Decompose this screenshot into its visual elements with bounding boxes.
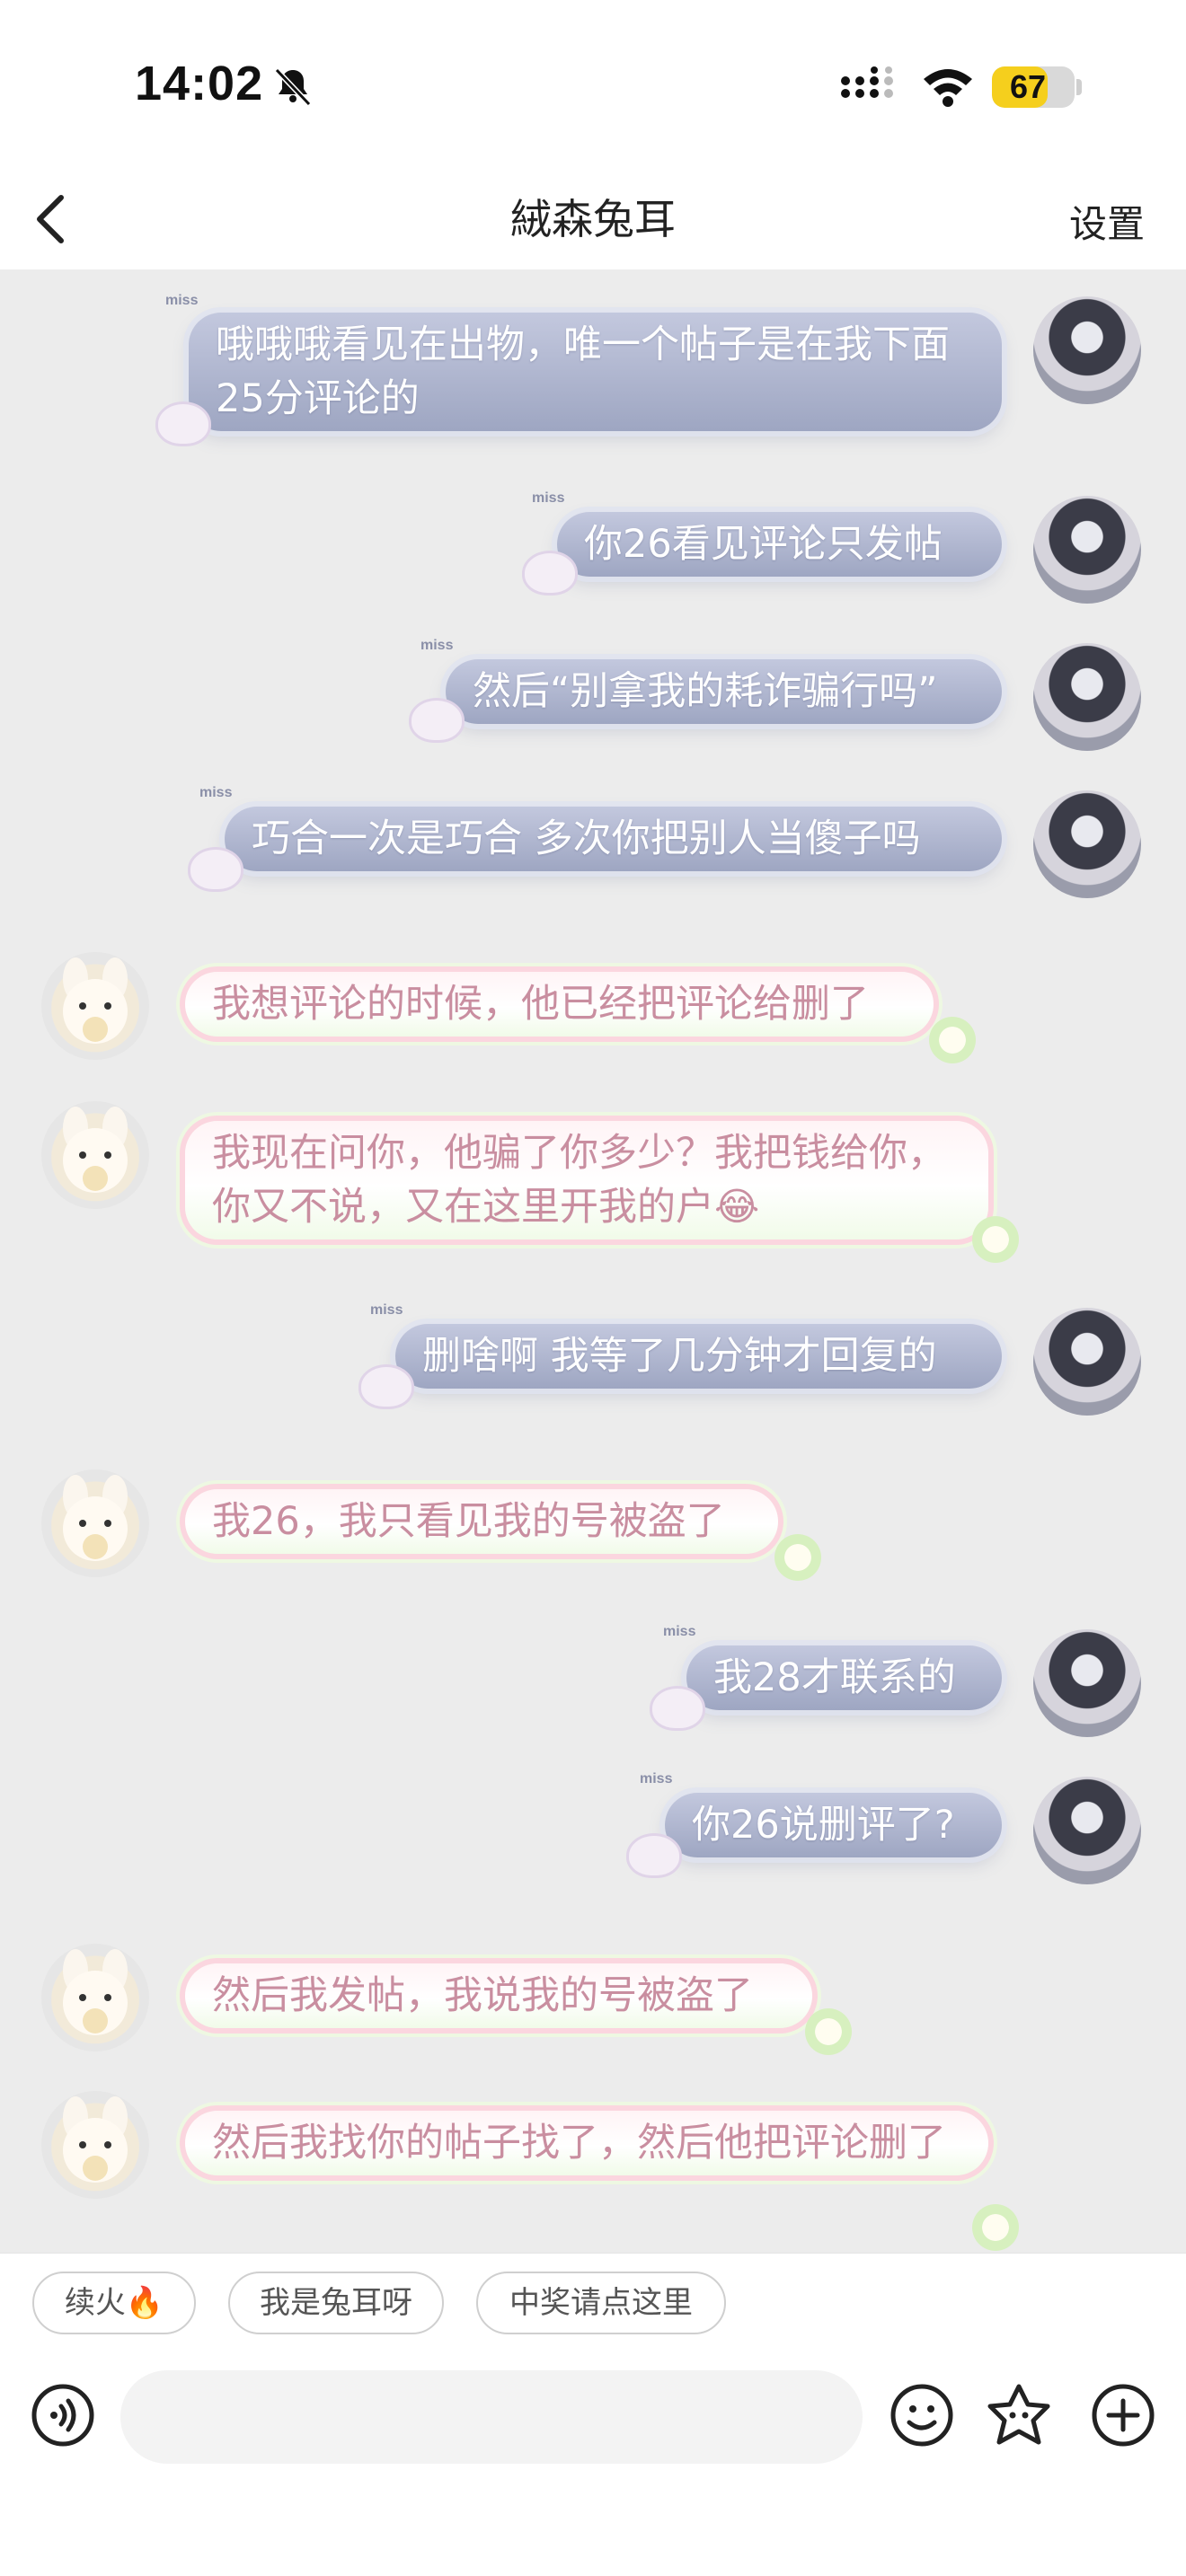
bubble-decoration [629, 1836, 679, 1875]
chat-title: 絨森兔耳 [510, 195, 676, 243]
bunny-avatar-icon [63, 1475, 128, 1561]
message-row: miss 哦哦哦看见在出物，唯一个帖子是在我下面25分评论的 [0, 293, 1186, 444]
message-bubble[interactable]: 我28才联系的 [686, 1645, 1002, 1710]
message-row: 然后我发帖，我说我的号被盗了 [0, 1940, 1186, 2057]
message-bubble[interactable]: 然后“别拿我的耗诈骗行吗” [446, 659, 1002, 724]
self-avatar[interactable] [1033, 296, 1141, 404]
message-bubble[interactable]: 哦哦哦看见在出物，唯一个帖子是在我下面25分评论的 [189, 313, 1002, 431]
quick-reply-chip[interactable]: 我是兔耳呀 [228, 2272, 444, 2334]
chat-header: 絨森兔耳 设置 [0, 171, 1186, 269]
bubble-decoration [412, 701, 462, 740]
contact-avatar[interactable] [41, 952, 149, 1060]
bubble-decoration [929, 1017, 976, 1063]
message-bubble[interactable]: 你26说删评了? [665, 1793, 1002, 1857]
message-bubble[interactable]: 我26，我只看见我的号被盗了 [185, 1489, 778, 1554]
bubble-decoration [158, 404, 208, 444]
contact-avatar[interactable] [41, 1101, 149, 1209]
contact-avatar[interactable] [41, 1469, 149, 1577]
message-row: 我现在问你，他骗了你多少？我把钱给你，你又不说，又在这里开我的户😂 [0, 1098, 1186, 1263]
bubble-tag: miss [532, 490, 565, 506]
message-bubble[interactable]: 然后我发帖，我说我的号被盗了 [185, 1963, 812, 2028]
self-avatar[interactable] [1033, 643, 1141, 751]
self-avatar[interactable] [1033, 496, 1141, 604]
message-row: miss 然后“别拿我的耗诈骗行吗” [0, 638, 1186, 751]
bubble-decoration [805, 2008, 852, 2055]
message-row: 我26，我只看见我的号被盗了 [0, 1466, 1186, 1583]
bubble-decoration [774, 1534, 821, 1581]
message-bubble[interactable]: 然后我找你的帖子找了，然后他把评论删了 [185, 2111, 988, 2175]
message-bubble[interactable]: 我想评论的时候，他已经把评论给删了 [185, 972, 934, 1037]
signal-icon [841, 66, 893, 98]
wifi-icon [924, 69, 972, 107]
sticker-icon[interactable] [983, 2379, 1055, 2451]
bunny-avatar-icon [63, 1107, 128, 1193]
battery-tip [1076, 79, 1082, 95]
chat-list[interactable]: miss 哦哦哦看见在出物，唯一个帖子是在我下面25分评论的 miss 你26看… [0, 269, 1186, 2253]
bubble-tag: miss [199, 785, 233, 800]
composer: 续火🔥 我是兔耳呀 中奖请点这里 [0, 2253, 1186, 2576]
message-row: 然后我找你的帖子找了，然后他把评论删了 [0, 2087, 1186, 2253]
settings-button[interactable]: 设置 [1069, 190, 1145, 259]
message-bubble[interactable]: 我现在问你，他骗了你多少？我把钱给你，你又不说，又在这里开我的户😂 [185, 1121, 988, 1239]
contact-avatar[interactable] [41, 2091, 149, 2199]
self-avatar[interactable] [1033, 790, 1141, 898]
bunny-avatar-icon [63, 2096, 128, 2183]
message-row: miss 你26说删评了? [0, 1771, 1186, 1884]
bubble-decoration [652, 1689, 703, 1728]
self-avatar[interactable] [1033, 1308, 1141, 1416]
bubble-decoration [972, 1216, 1019, 1263]
message-input[interactable] [120, 2370, 863, 2464]
bunny-avatar-icon [63, 957, 128, 1044]
bunny-avatar-icon [63, 1949, 128, 2035]
message-bubble[interactable]: 删啥啊 我等了几分钟才回复的 [395, 1324, 1002, 1389]
bubble-tag: miss [420, 638, 454, 653]
message-row: miss 我28才联系的 [0, 1624, 1186, 1737]
quick-reply-chip[interactable]: 中奖请点这里 [476, 2272, 726, 2334]
message-row: miss 你26看见评论只发帖 [0, 490, 1186, 604]
bubble-tag: miss [663, 1624, 696, 1639]
bell-muted-icon [274, 67, 312, 107]
emoji-icon[interactable] [886, 2379, 958, 2451]
message-row: 我想评论的时候，他已经把评论给删了 [0, 950, 1186, 1063]
contact-avatar[interactable] [41, 1944, 149, 2051]
bubble-decoration [525, 553, 575, 593]
message-bubble[interactable]: 你26看见评论只发帖 [557, 512, 1002, 577]
bubble-tag: miss [370, 1302, 403, 1318]
quick-reply-chip[interactable]: 续火🔥 [32, 2272, 196, 2334]
bubble-decoration [190, 850, 241, 889]
self-avatar[interactable] [1033, 1777, 1141, 1884]
bubble-tag: miss [640, 1771, 673, 1786]
plus-icon[interactable] [1087, 2379, 1159, 2451]
status-time: 14:02 [135, 57, 264, 110]
status-bar: 14:02 67 [0, 0, 1186, 171]
battery-percent: 67 [1009, 68, 1047, 105]
message-row: miss 巧合一次是巧合 多次你把别人当傻子吗 [0, 785, 1186, 898]
message-bubble[interactable]: 巧合一次是巧合 多次你把别人当傻子吗 [225, 807, 1002, 871]
chevron-left-icon[interactable] [25, 183, 79, 255]
bubble-decoration [972, 2204, 1019, 2251]
bubble-tag: miss [165, 293, 199, 308]
message-row: miss 删啥啊 我等了几分钟才回复的 [0, 1302, 1186, 1416]
bubble-decoration [361, 1367, 412, 1407]
voice-icon[interactable] [27, 2379, 99, 2451]
self-avatar[interactable] [1033, 1629, 1141, 1737]
battery-icon: 67 [992, 66, 1075, 108]
